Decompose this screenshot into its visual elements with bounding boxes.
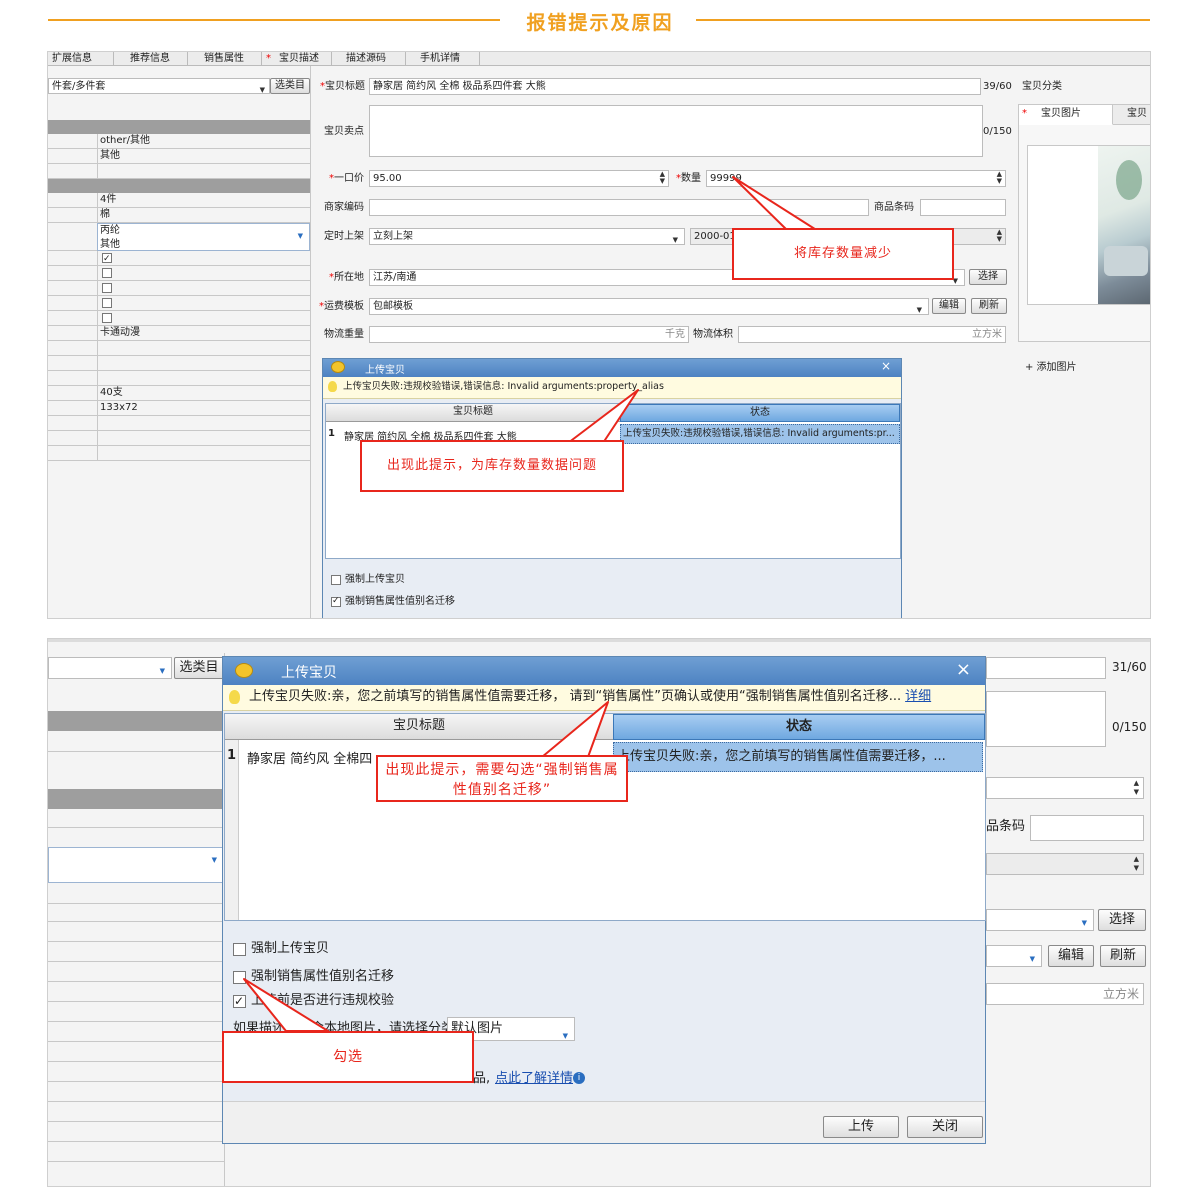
callout-pointer	[732, 176, 819, 232]
screenshot-error-1: 扩展信息 推荐信息 销售属性 * 宝贝描述 描述源码 手机详情 件套/多件套 ▼ 选…	[47, 51, 1151, 619]
callout-alias-migrate: 出现此提示，需要勾选“强制销售属性值别名迁移”	[376, 755, 628, 802]
callout-pointer	[243, 978, 329, 1032]
section-title: 报错提示及原因	[526, 12, 674, 34]
callout-pointer	[541, 701, 609, 758]
screenshot-error-2: ▼ 选类目 ▼ 31/60 0/150 ▲ ▼ 品条码 ▲ ▼ ▼ 选择 ▼ 编辑 …	[47, 638, 1151, 1187]
callout-pointer	[567, 389, 639, 444]
header-line-right	[696, 19, 1150, 21]
callout-reduce-stock: 将库存数量减少	[732, 228, 954, 280]
callout-stock-data-issue: 出现此提示，为库存数量数据问题	[360, 440, 624, 492]
section-header: 报错提示及原因	[0, 0, 1200, 44]
annotation-arrows	[243, 701, 609, 1032]
callout-check: 勾选	[222, 1031, 474, 1083]
annotation-arrows	[567, 176, 819, 444]
